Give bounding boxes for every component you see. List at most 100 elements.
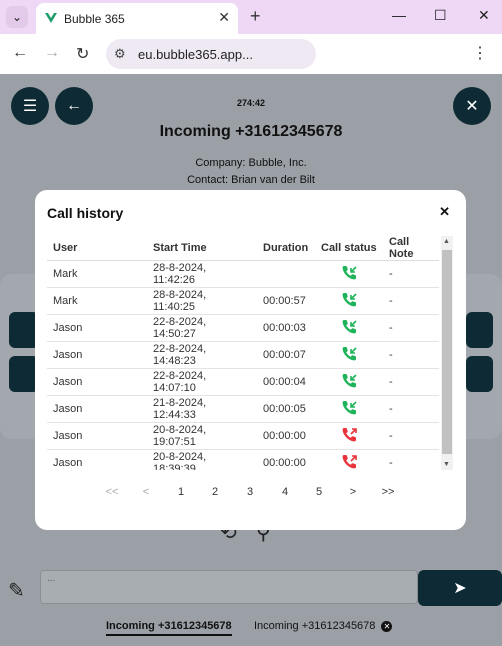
bubble365-favicon-icon [45,13,57,23]
incoming-call-icon [342,320,357,334]
duration-cell: 00:00:00 [257,449,315,470]
scroll-thumb[interactable] [442,250,452,454]
send-button[interactable]: ➤ [418,570,502,606]
last-page-button[interactable]: >> [378,486,398,498]
call-status-cell [315,314,383,342]
call-status-cell [315,422,383,450]
call-history-table: User Start Time Duration Call status Cal… [47,236,439,470]
call-status-cell [315,341,383,369]
address-bar[interactable]: ⚙ eu.bubble365.app... [106,39,316,69]
browser-tab[interactable]: Bubble 365 ✕ [36,3,238,34]
call-note-cell: - [383,368,439,396]
page-button[interactable]: 1 [171,486,191,498]
pagination: << < 1 2 3 4 5 > >> [35,486,466,506]
next-page-button[interactable]: > [343,486,363,498]
background-button [466,356,493,392]
call-status-cell [315,260,383,288]
page-button[interactable]: 4 [275,486,295,498]
table-header-row: User Start Time Duration Call status Cal… [47,236,439,261]
close-icon[interactable]: ✕ [381,621,393,632]
edit-icon[interactable]: ✎ [8,578,25,603]
incoming-call-icon [342,374,357,388]
duration-cell: 00:00:57 [257,287,315,315]
user-cell: Jason [47,341,147,369]
call-note-cell: - [383,260,439,288]
start-time-cell: 20-8-2024, 19:07:51 [147,422,257,450]
browser-tabbar: ⌄ Bubble 365 ✕ + — ☐ ✕ [0,0,502,34]
user-cell: Jason [47,395,147,423]
incoming-call-icon [342,266,357,280]
user-cell: Jason [47,314,147,342]
call-heading: Incoming +31612345678 [159,123,343,140]
user-cell: Jason [47,368,147,396]
table-row: Jason 20-8-2024, 18:39:39 00:00:00 - [47,449,439,470]
call-status-cell [315,368,383,396]
new-tab-icon[interactable]: + [250,6,261,26]
message-input[interactable]: ... [40,570,418,604]
column-header: User [47,236,147,261]
call-history-modal: Call history ✕ User Start Time Duration … [35,190,466,530]
page-button[interactable]: 2 [205,486,225,498]
page-button[interactable]: 5 [309,486,329,498]
call-note-cell: - [383,341,439,369]
minimize-icon[interactable]: — [392,7,406,23]
tab-title: Bubble 365 [64,12,125,26]
duration-cell: 00:00:00 [257,422,315,450]
call-tab-1[interactable]: Incoming +31612345678 [106,620,232,636]
start-time-cell: 22-8-2024, 14:48:23 [147,341,257,369]
incoming-call-icon [342,401,357,415]
call-tab-2[interactable]: Incoming +31612345678 ✕ [254,620,393,632]
incoming-call-icon [342,347,357,361]
user-cell: Mark [47,287,147,315]
forward-arrow-icon[interactable]: → [44,44,60,62]
reload-icon[interactable]: ↻ [76,44,89,64]
modal-close-icon[interactable]: ✕ [439,204,450,220]
duration-cell: 00:00:05 [257,395,315,423]
compose-bar: ✎ ... ➤ [0,570,502,610]
browser-menu-icon[interactable]: ⋮ [472,43,488,63]
table-row: Jason 21-8-2024, 12:44:33 00:00:05 - [47,395,439,423]
missed-call-icon [342,428,357,442]
site-settings-icon[interactable]: ⚙ [114,46,126,62]
send-icon: ➤ [453,580,467,597]
scrollbar[interactable]: ▲ ▼ [441,236,453,470]
call-note-cell: - [383,314,439,342]
tab-list-button[interactable]: ⌄ [6,6,28,28]
page-button[interactable]: 3 [240,486,260,498]
url-text: eu.bubble365.app... [138,47,253,62]
missed-call-icon [342,455,357,469]
duration-cell: 00:00:03 [257,314,315,342]
call-status-cell [315,449,383,470]
call-note-cell: - [383,287,439,315]
company-label: Company: Bubble, Inc. [195,157,307,169]
table-row: Mark 28-8-2024, 11:42:26 - [47,260,439,288]
scroll-up-icon[interactable]: ▲ [443,238,450,245]
duration-cell [257,260,315,288]
call-note-cell: - [383,449,439,470]
scroll-down-icon[interactable]: ▼ [443,461,450,468]
call-history-table-wrap[interactable]: User Start Time Duration Call status Cal… [47,236,453,470]
call-status-cell [315,287,383,315]
first-page-button[interactable]: << [102,486,122,498]
start-time-cell: 20-8-2024, 18:39:39 [147,449,257,470]
maximize-icon[interactable]: ☐ [434,7,447,24]
call-note-cell: - [383,395,439,423]
column-header: Call status [315,236,383,261]
table-row: Jason 22-8-2024, 14:07:10 00:00:04 - [47,368,439,396]
user-cell: Jason [47,449,147,470]
table-row: Jason 22-8-2024, 14:48:23 00:00:07 - [47,341,439,369]
tab-close-icon[interactable]: ✕ [218,9,230,26]
duration-cell: 00:00:04 [257,368,315,396]
window-close-icon[interactable]: ✕ [478,7,490,24]
contact-label: Contact: Brian van der Bilt [187,174,315,186]
incoming-call-icon [342,293,357,307]
back-arrow-icon[interactable]: ← [12,44,28,62]
duration-cell: 00:00:07 [257,341,315,369]
table-row: Jason 22-8-2024, 14:50:27 00:00:03 - [47,314,439,342]
call-tab-label: Incoming +31612345678 [254,620,376,632]
call-note-cell: - [383,422,439,450]
prev-page-button[interactable]: < [136,486,156,498]
call-status-cell [315,395,383,423]
call-timer: 274:42 [236,98,266,108]
column-header: Duration [257,236,315,261]
